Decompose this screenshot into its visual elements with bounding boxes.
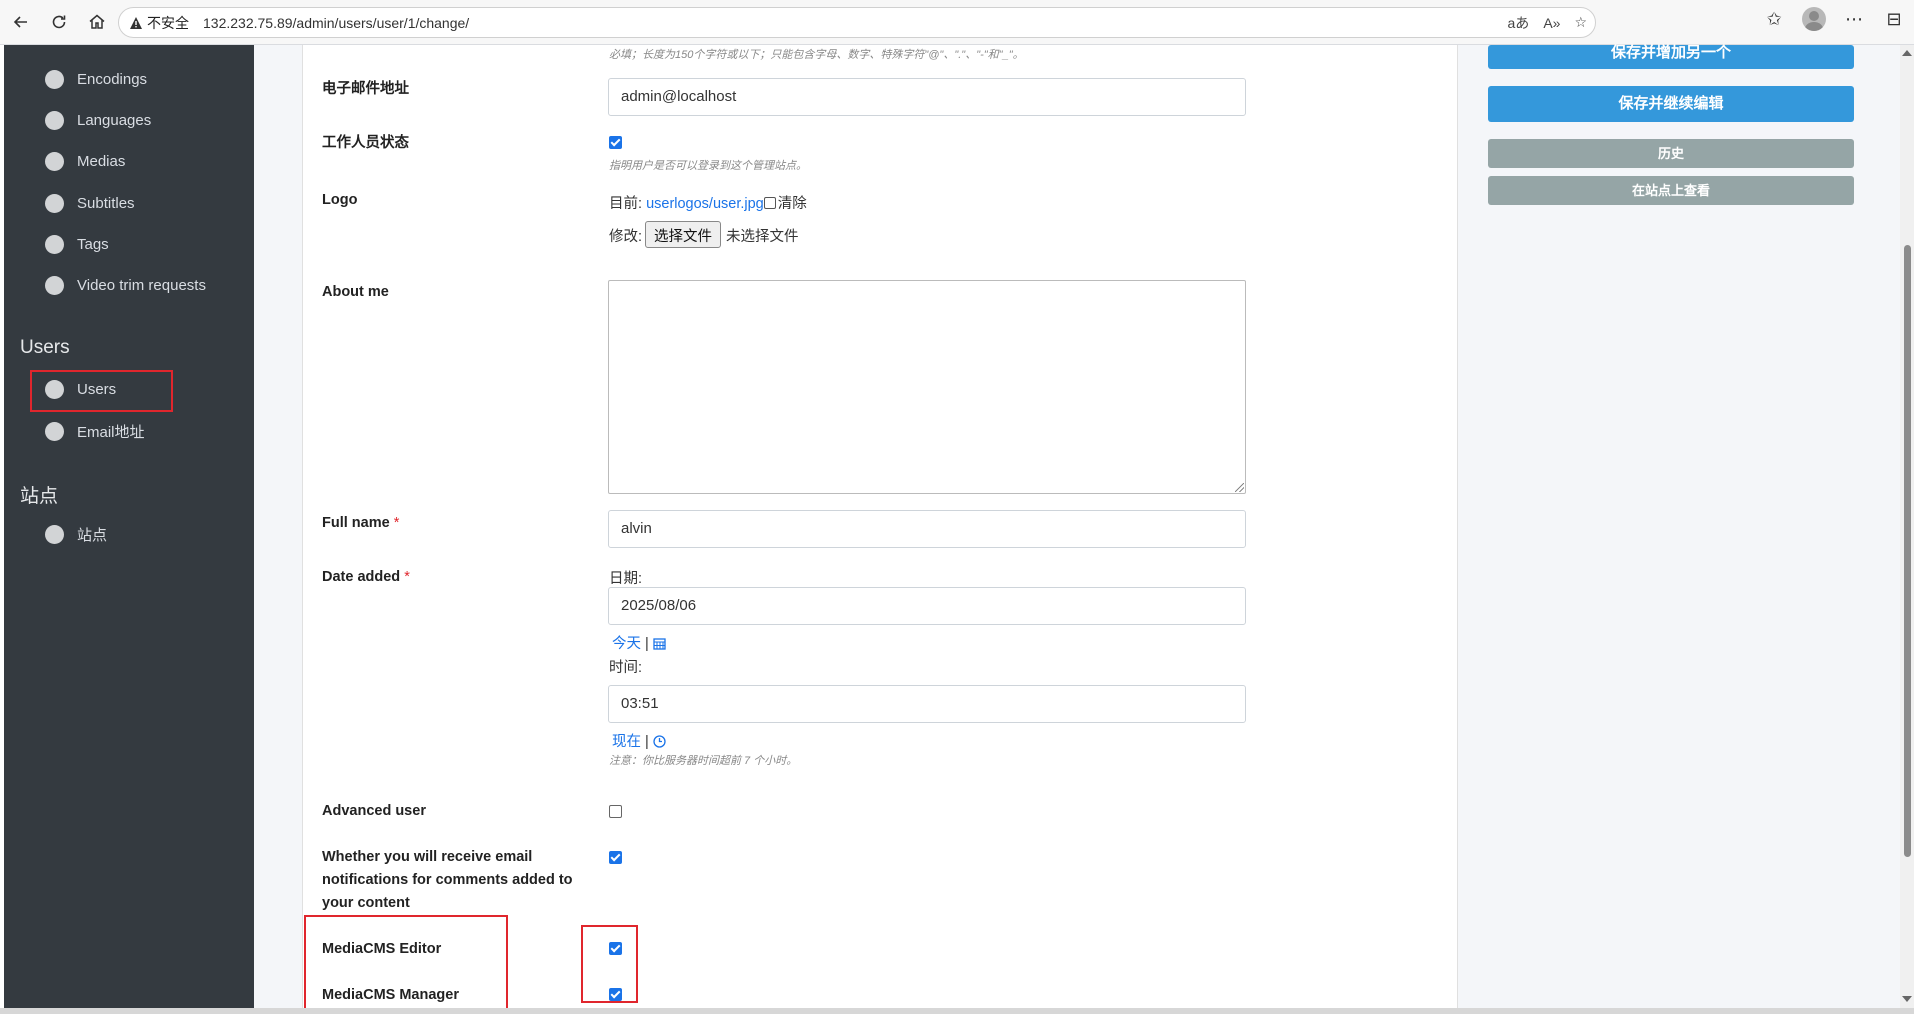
full-name-label-text: Full name <box>322 515 390 531</box>
security-label[interactable]: 不安全 <box>147 13 189 33</box>
circle-icon <box>45 194 64 213</box>
resize-grip-icon[interactable] <box>1235 483 1244 492</box>
circle-icon <box>45 276 64 295</box>
date-added-label: Date added * <box>322 566 410 589</box>
home-icon[interactable] <box>80 5 114 39</box>
no-file-text: 未选择文件 <box>726 229 799 245</box>
back-icon[interactable] <box>4 5 38 39</box>
circle-icon <box>45 235 64 254</box>
sidebar-item-languages[interactable]: Languages <box>45 111 151 130</box>
email-field[interactable]: admin@localhost <box>608 78 1246 116</box>
scroll-up-icon[interactable] <box>1902 50 1912 56</box>
circle-icon <box>45 111 64 130</box>
more-menu-icon[interactable]: ⋯ <box>1842 7 1866 31</box>
full-name-label: Full name * <box>322 512 399 535</box>
address-bar[interactable]: 不安全 132.232.75.89/admin/users/user/1/cha… <box>118 7 1596 38</box>
circle-icon <box>45 525 64 544</box>
save-and-continue-button[interactable]: 保存并继续编辑 <box>1488 86 1854 122</box>
logo-current-link[interactable]: userlogos/user.jpg <box>646 196 764 212</box>
circle-icon <box>45 70 64 89</box>
view-on-site-button[interactable]: 在站点上查看 <box>1488 176 1854 205</box>
calendar-icon[interactable] <box>653 636 666 652</box>
circle-icon <box>45 422 64 441</box>
date-shortcuts: 今天 | <box>612 632 666 653</box>
timezone-note: 注意：你比服务器时间超前 7 个小时。 <box>609 755 798 767</box>
date-added-label-text: Date added <box>322 569 401 585</box>
sidebar-toggle-icon[interactable]: ⊟ <box>1882 7 1906 31</box>
sidebar-item-email[interactable]: Email地址 <box>45 421 145 442</box>
circle-icon <box>45 152 64 171</box>
sidebar-item-encodings[interactable]: Encodings <box>45 70 147 89</box>
sidebar-section-sites: 站点 <box>20 486 59 507</box>
sidebar-item-video-trim-requests[interactable]: Video trim requests <box>45 276 206 295</box>
sidebar-item-label: Subtitles <box>77 195 135 212</box>
sidebar-item-label: Languages <box>77 112 152 129</box>
logo-clear-label[interactable]: 清除 <box>778 196 807 212</box>
circle-icon <box>45 380 64 399</box>
logo-label: Logo <box>322 192 358 208</box>
mediacms-editor-checkbox[interactable] <box>609 942 622 955</box>
sidebar-item-label: Users <box>77 381 117 398</box>
notify-comments-checkbox[interactable] <box>609 851 622 864</box>
browser-toolbar: 不安全 132.232.75.89/admin/users/user/1/cha… <box>0 0 1914 45</box>
translate-icon[interactable]: aあ <box>1508 13 1530 33</box>
required-mark: * <box>393 515 400 531</box>
sidebar-item-medias[interactable]: Medias <box>45 152 125 171</box>
today-link[interactable]: 今天 <box>612 636 641 652</box>
sidebar-section-users: Users <box>20 337 70 358</box>
time-label: 时间: <box>609 660 643 676</box>
sidebar-item-label: Tags <box>77 236 109 253</box>
mediacms-editor-label: MediaCMS Editor <box>322 941 442 957</box>
sidebar-item-label: Encodings <box>77 71 148 88</box>
choose-file-button[interactable]: 选择文件 <box>645 221 721 248</box>
sidebar-item-users[interactable]: Users <box>45 380 116 399</box>
username-help-text: 必填；长度为150个字符或以下；只能包含字母、数字、特殊字符"@"、"."、"-… <box>609 49 1024 61</box>
mediacms-manager-checkbox[interactable] <box>609 988 622 1001</box>
advanced-user-label: Advanced user <box>322 803 426 819</box>
email-label: 电子邮件地址 <box>322 81 409 97</box>
favorite-star-icon[interactable]: ☆ <box>1574 13 1587 33</box>
notify-comments-label: Whether you will receive email notificat… <box>322 849 573 911</box>
horizontal-scrollbar[interactable] <box>0 1008 1914 1014</box>
scroll-down-icon[interactable] <box>1902 996 1912 1002</box>
separator: | <box>645 734 649 750</box>
about-me-label: About me <box>322 284 389 300</box>
about-me-textarea[interactable] <box>608 280 1246 494</box>
save-and-add-another-button[interactable]: 保存并增加另一个 <box>1488 45 1854 69</box>
profile-avatar[interactable] <box>1802 7 1826 31</box>
sidebar <box>4 45 254 1014</box>
mediacms-manager-label: MediaCMS Manager <box>322 987 459 1003</box>
logo-current: 目前: userlogos/user.jpg 清除 <box>609 192 807 213</box>
time-field[interactable]: 03:51 <box>608 685 1246 723</box>
warning-icon[interactable] <box>129 16 147 30</box>
clock-icon[interactable] <box>653 734 666 750</box>
sidebar-item-label: Email地址 <box>77 424 145 441</box>
staff-status-help: 指明用户是否可以登录到这个管理站点。 <box>609 160 807 172</box>
sidebar-item-label: Video trim requests <box>77 277 206 294</box>
sidebar-item-label: Medias <box>77 153 126 170</box>
read-aloud-icon[interactable]: A» <box>1543 13 1560 33</box>
date-label: 日期: <box>609 571 643 587</box>
refresh-icon[interactable] <box>42 5 76 39</box>
sidebar-item-label: 站点 <box>77 527 108 544</box>
advanced-user-checkbox[interactable] <box>609 805 622 818</box>
sidebar-item-subtitles[interactable]: Subtitles <box>45 194 135 213</box>
favorites-icon[interactable]: ✩ <box>1762 7 1786 31</box>
logo-current-prefix: 目前: <box>609 196 643 212</box>
sidebar-item-tags[interactable]: Tags <box>45 235 109 254</box>
history-button[interactable]: 历史 <box>1488 139 1854 168</box>
staff-status-checkbox[interactable] <box>609 136 622 149</box>
now-link[interactable]: 现在 <box>612 734 641 750</box>
required-mark: * <box>404 569 410 585</box>
full-name-field[interactable]: alvin <box>608 510 1246 548</box>
scrollbar-thumb[interactable] <box>1904 245 1911 857</box>
separator: | <box>645 636 649 652</box>
logo-change-prefix: 修改: <box>609 229 643 245</box>
logo-clear-checkbox[interactable] <box>763 197 776 209</box>
date-field[interactable]: 2025/08/06 <box>608 587 1246 625</box>
time-shortcuts: 现在 | <box>612 730 666 751</box>
url-text[interactable]: 132.232.75.89/admin/users/user/1/change/ <box>203 15 469 31</box>
staff-status-label: 工作人员状态 <box>322 135 409 151</box>
sidebar-item-sites[interactable]: 站点 <box>45 524 107 545</box>
